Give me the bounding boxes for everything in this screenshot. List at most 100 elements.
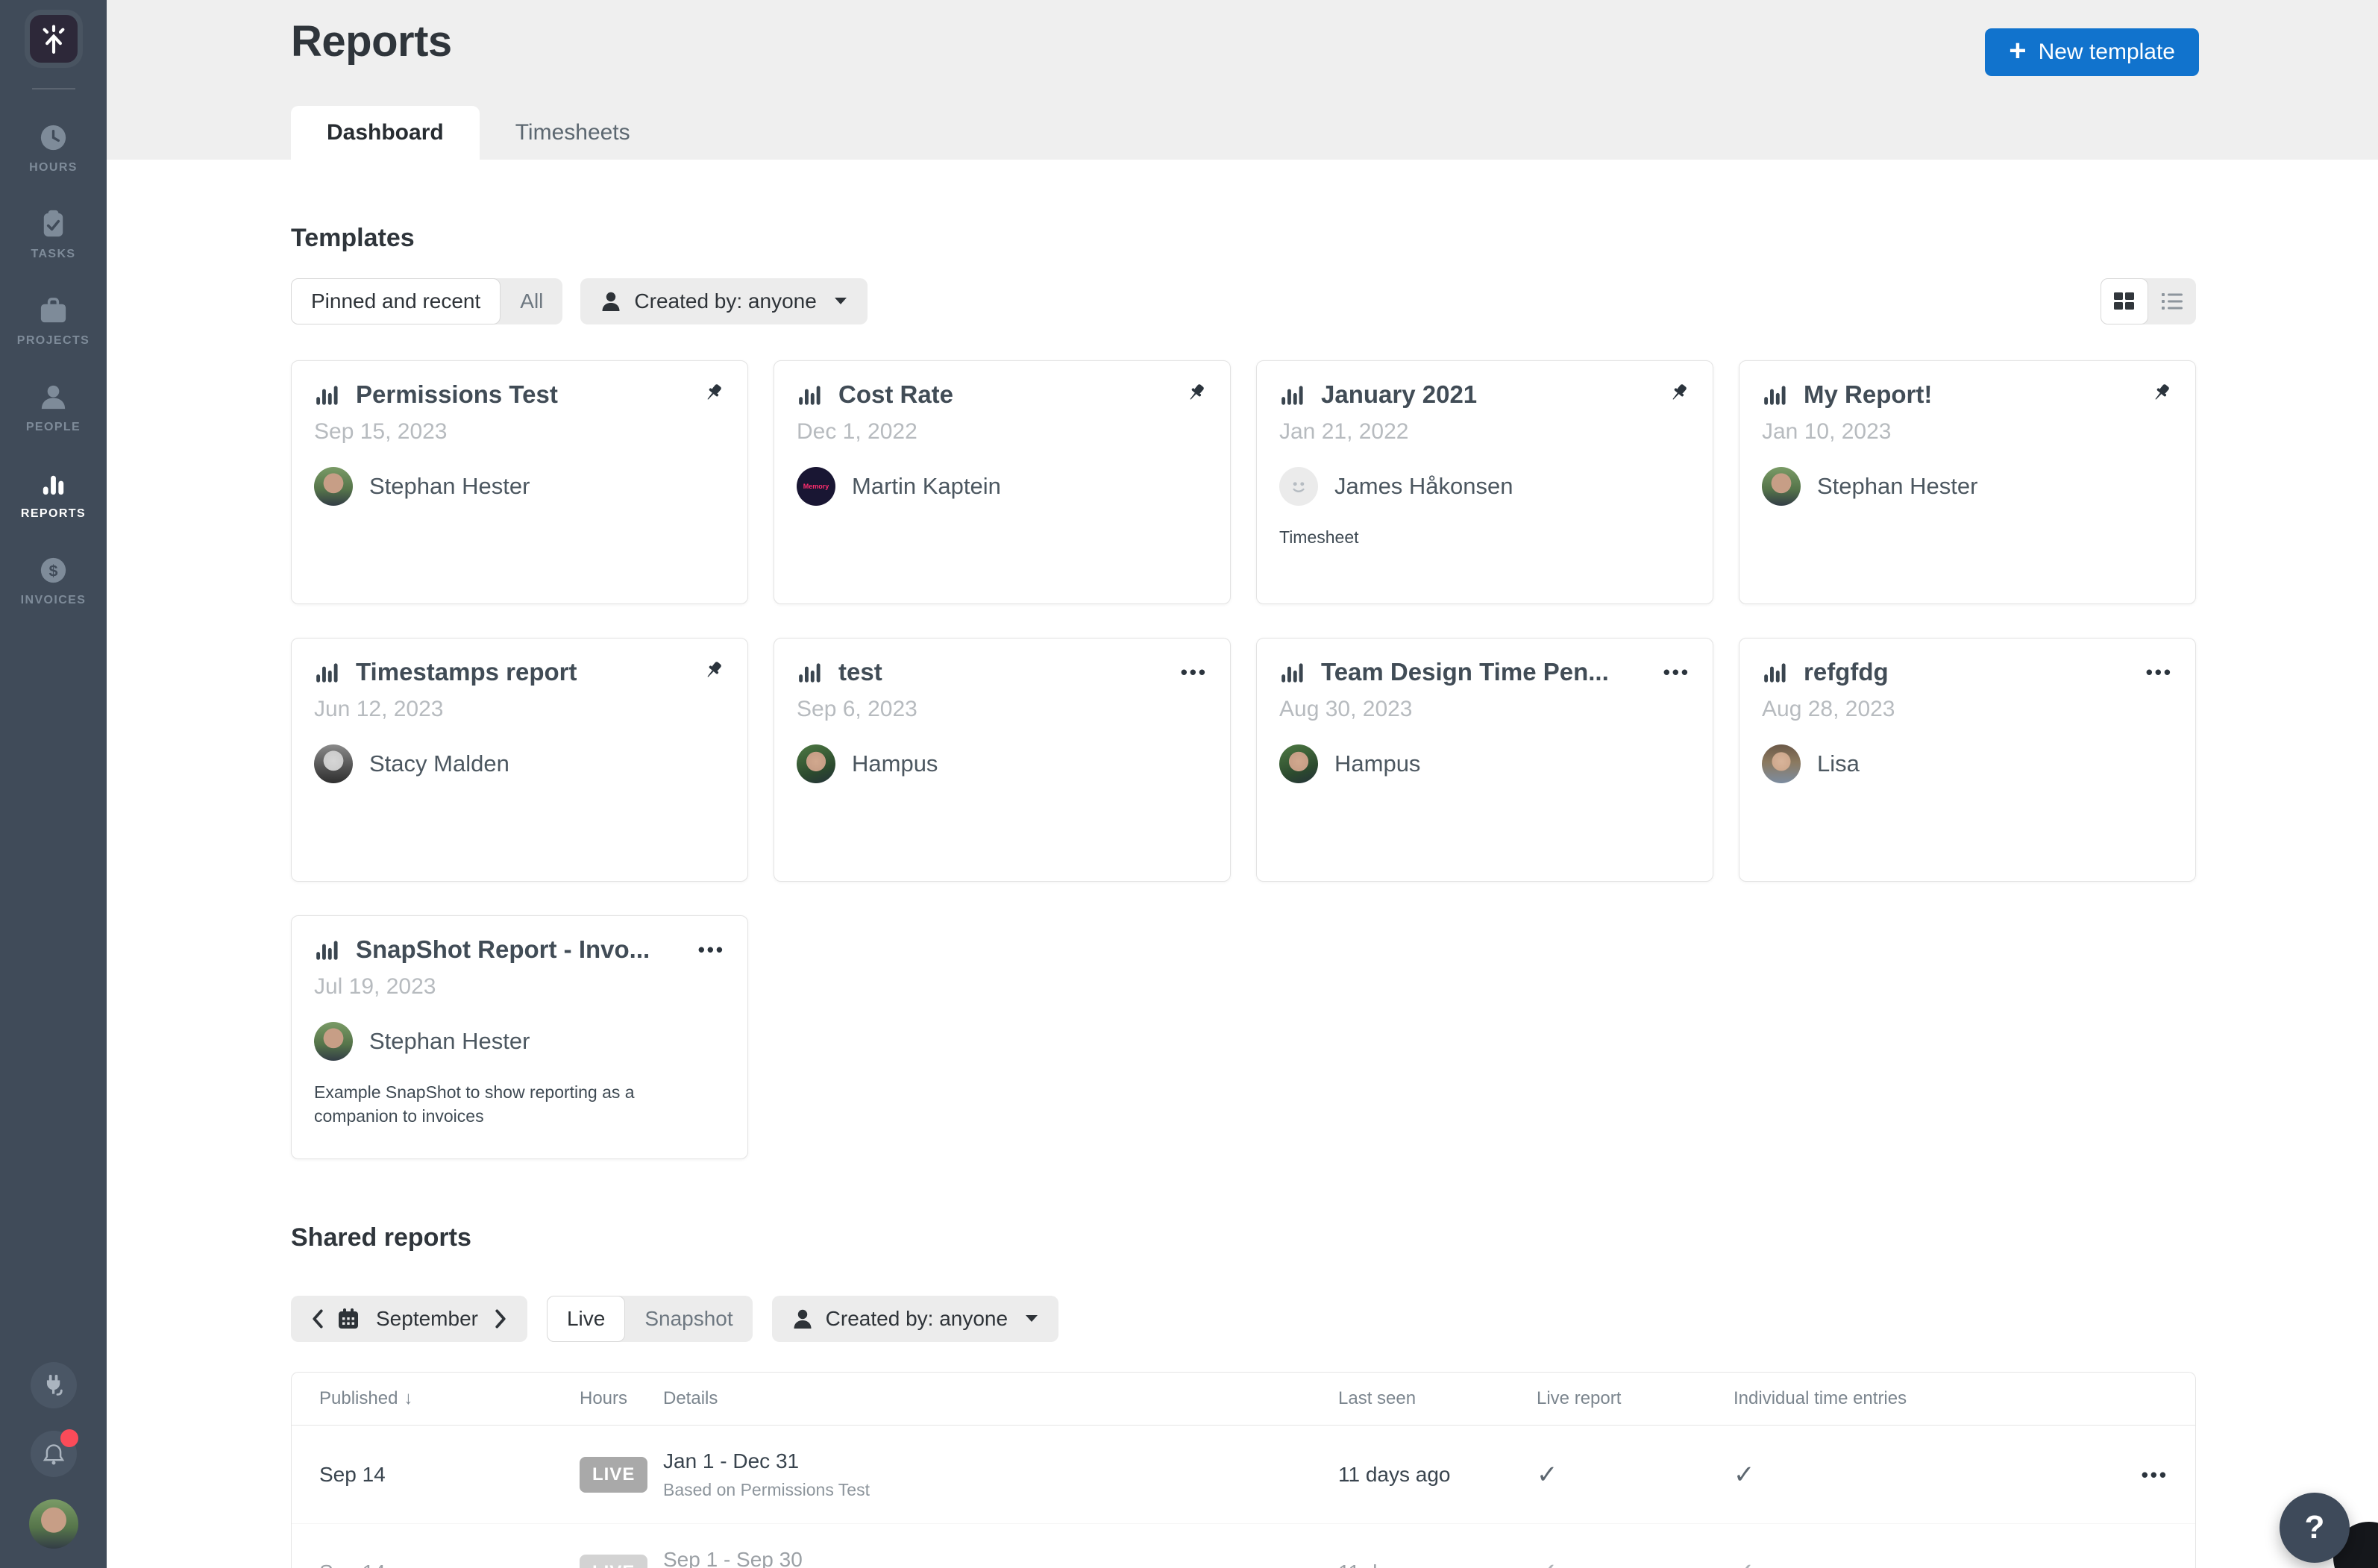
last-seen-cell: 11 days ago bbox=[1311, 1561, 1509, 1568]
chevron-left-icon bbox=[312, 1309, 324, 1329]
prev-month-button[interactable] bbox=[312, 1309, 324, 1329]
bar-chart-icon bbox=[314, 659, 341, 686]
template-card[interactable]: My Report! Jan 10, 2023 Stephan Hester bbox=[1739, 360, 2196, 604]
col-individual-time-entries: Individual time entries bbox=[1706, 1388, 2094, 1409]
caret-down-icon bbox=[835, 298, 847, 305]
tab-dashboard[interactable]: Dashboard bbox=[291, 106, 480, 160]
live-badge: LIVE bbox=[580, 1555, 647, 1568]
sidebar-divider bbox=[32, 88, 75, 90]
filter-pinned-and-recent[interactable]: Pinned and recent bbox=[291, 278, 501, 324]
template-card[interactable]: January 2021 Jan 21, 2022 James Håkonsen… bbox=[1256, 360, 1713, 604]
col-published: Published↓ bbox=[292, 1388, 557, 1409]
sidebar-item-reports[interactable]: REPORTS bbox=[21, 467, 86, 521]
sidebar-item-projects[interactable]: PROJECTS bbox=[17, 294, 90, 348]
more-options-button[interactable]: ••• bbox=[1663, 661, 1690, 684]
grid-view-button[interactable] bbox=[2101, 278, 2148, 324]
bar-chart-icon bbox=[1279, 659, 1306, 686]
dollar-icon: $ bbox=[37, 553, 70, 587]
sidebar-item-people[interactable]: PEOPLE bbox=[26, 380, 81, 434]
table-row[interactable]: Sep 14 LIVE Sep 1 - Sep 30 11 days ago ✓… bbox=[292, 1523, 2195, 1568]
row-more-button[interactable]: ••• bbox=[2142, 1561, 2168, 1568]
person-icon bbox=[37, 380, 70, 414]
avatar: Memory bbox=[797, 467, 835, 506]
bar-chart-icon bbox=[37, 467, 70, 501]
filter-all[interactable]: All bbox=[501, 278, 562, 324]
pin-icon bbox=[2149, 381, 2173, 405]
tabs: Dashboard Timesheets bbox=[291, 106, 666, 160]
sort-down-icon[interactable]: ↓ bbox=[404, 1388, 412, 1408]
pin-button[interactable] bbox=[1666, 381, 1690, 409]
avatar bbox=[314, 467, 353, 506]
more-options-button[interactable]: ••• bbox=[698, 938, 725, 962]
pin-icon bbox=[1666, 381, 1690, 405]
mode-snapshot[interactable]: Snapshot bbox=[625, 1296, 752, 1342]
user-avatar[interactable] bbox=[29, 1499, 78, 1549]
list-view-button[interactable] bbox=[2148, 278, 2196, 324]
details-range: Sep 1 - Sep 30 bbox=[663, 1548, 1311, 1568]
card-date: Dec 1, 2022 bbox=[797, 419, 1208, 445]
notifications-button[interactable] bbox=[31, 1431, 77, 1477]
more-options-button[interactable]: ••• bbox=[2146, 661, 2173, 684]
template-card[interactable]: Permissions Test Sep 15, 2023 Stephan He… bbox=[291, 360, 748, 604]
author-name: Stacy Malden bbox=[369, 750, 509, 777]
check-icon: ✓ bbox=[1734, 1558, 1755, 1568]
new-template-button[interactable]: + New template bbox=[1985, 28, 2199, 76]
created-by-filter[interactable]: Created by: anyone bbox=[772, 1296, 1058, 1342]
sidebar-item-tasks[interactable]: TASKS bbox=[31, 207, 75, 261]
pin-button[interactable] bbox=[701, 659, 725, 686]
author-name: Stephan Hester bbox=[1817, 473, 1977, 500]
template-card[interactable]: Timestamps report Jun 12, 2023 Stacy Mal… bbox=[291, 638, 748, 882]
list-icon bbox=[2162, 292, 2183, 310]
more-options-button[interactable]: ••• bbox=[1181, 661, 1208, 684]
question-mark-icon: ? bbox=[2305, 1509, 2325, 1546]
pin-button[interactable] bbox=[701, 381, 725, 409]
avatar bbox=[1762, 467, 1801, 506]
tab-timesheets[interactable]: Timesheets bbox=[480, 106, 666, 160]
topbar: Reports Dashboard Timesheets + New templ… bbox=[107, 0, 2378, 160]
live-badge: LIVE bbox=[580, 1457, 647, 1493]
timely-logo[interactable] bbox=[30, 15, 78, 63]
plug-icon bbox=[40, 1371, 68, 1399]
help-button[interactable]: ? bbox=[2280, 1493, 2350, 1563]
created-by-filter[interactable]: Created by: anyone bbox=[580, 278, 867, 324]
card-title: My Report! bbox=[1804, 380, 1932, 409]
mode-live[interactable]: Live bbox=[547, 1296, 625, 1342]
template-card[interactable]: Cost Rate Dec 1, 2022 Memory Martin Kapt… bbox=[774, 360, 1231, 604]
table-row[interactable]: Sep 14 LIVE Jan 1 - Dec 31 Based on Perm… bbox=[292, 1426, 2195, 1523]
template-card[interactable]: Team Design Time Pen... ••• Aug 30, 2023… bbox=[1256, 638, 1713, 882]
avatar bbox=[797, 744, 835, 783]
tasks-icon bbox=[37, 207, 70, 241]
check-icon: ✓ bbox=[1537, 1558, 1558, 1568]
next-month-button[interactable] bbox=[495, 1309, 506, 1329]
author-name: Stephan Hester bbox=[369, 1028, 530, 1055]
published-cell: Sep 14 bbox=[292, 1561, 557, 1568]
card-description: Example SnapShot to show reporting as a … bbox=[314, 1080, 725, 1128]
avatar bbox=[314, 744, 353, 783]
card-title: refgfdg bbox=[1804, 658, 1889, 686]
grid-icon bbox=[2114, 292, 2135, 310]
page-title: Reports bbox=[291, 16, 452, 66]
integrations-button[interactable] bbox=[31, 1362, 77, 1408]
template-card[interactable]: SnapShot Report - Invo... ••• Jul 19, 20… bbox=[291, 915, 748, 1159]
mode-toggle: Live Snapshot bbox=[547, 1296, 753, 1342]
pin-button[interactable] bbox=[2149, 381, 2173, 409]
plus-icon: + bbox=[2009, 36, 2026, 66]
published-cell: Sep 14 bbox=[292, 1463, 557, 1487]
smiley-icon bbox=[1284, 471, 1314, 501]
card-title: Cost Rate bbox=[838, 380, 953, 409]
month-picker: September bbox=[291, 1296, 527, 1342]
template-card[interactable]: test ••• Sep 6, 2023 Hampus bbox=[774, 638, 1231, 882]
row-more-button[interactable]: ••• bbox=[2142, 1464, 2168, 1486]
bar-chart-icon bbox=[1279, 381, 1306, 408]
pin-button[interactable] bbox=[1184, 381, 1208, 409]
calendar-icon bbox=[337, 1308, 360, 1330]
templates-filter-toggle: Pinned and recent All bbox=[291, 278, 562, 324]
card-date: Jun 12, 2023 bbox=[314, 697, 725, 722]
sidebar-item-invoices[interactable]: $ INVOICES bbox=[21, 553, 87, 607]
person-icon bbox=[793, 1308, 812, 1329]
sidebar-item-hours[interactable]: HOURS bbox=[29, 121, 78, 175]
author-name: Stephan Hester bbox=[369, 473, 530, 500]
author-name: Lisa bbox=[1817, 750, 1860, 777]
col-details: Details bbox=[641, 1388, 1311, 1409]
template-card[interactable]: refgfdg ••• Aug 28, 2023 Lisa bbox=[1739, 638, 2196, 882]
